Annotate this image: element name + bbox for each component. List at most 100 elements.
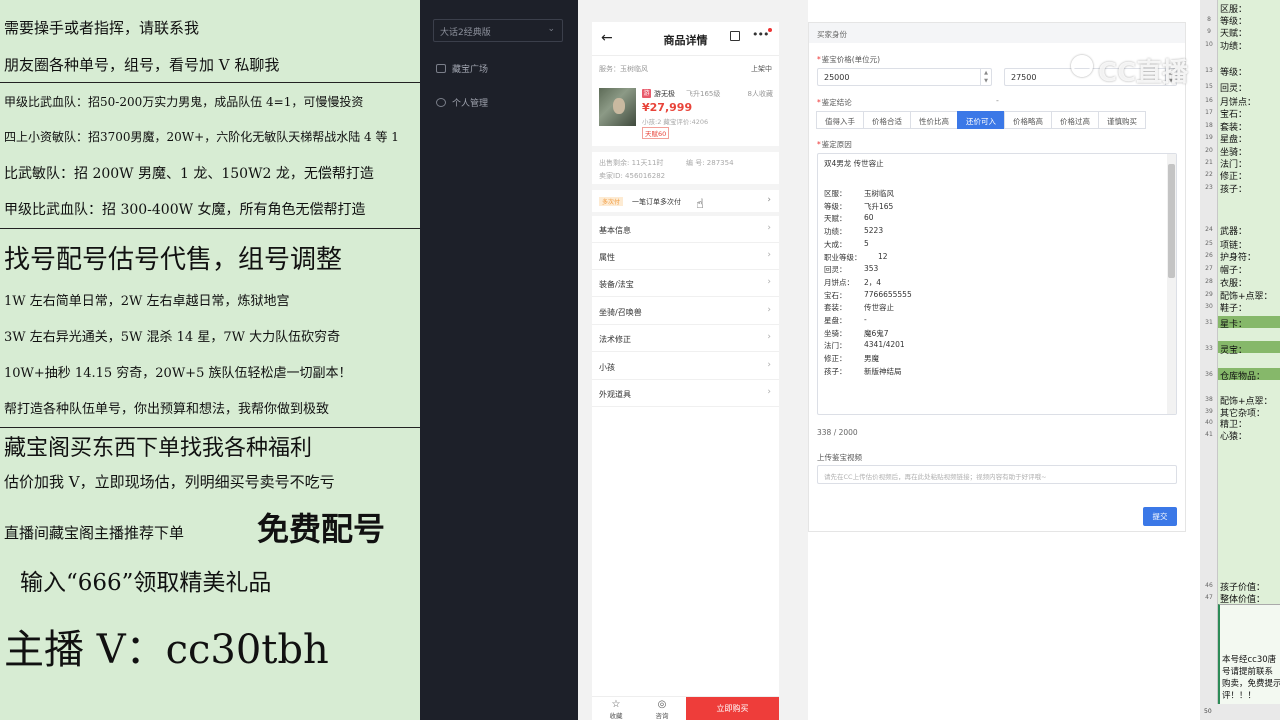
more-icon[interactable]: ••• [752, 28, 769, 41]
appraisal-form: 买家身份 *鉴宝价格(单位元) 25000 ▲ ▼ - 27500 ▲ ▼ *鉴定结… [808, 22, 1186, 532]
sidebar-item-label: 个人管理 [452, 99, 489, 109]
row-number: 25 [1205, 240, 1213, 247]
verdict-option-selected[interactable]: 还价可入 [957, 111, 1005, 129]
row-number: 15 [1205, 83, 1213, 90]
seller-id: 卖家ID: 456016282 [599, 172, 666, 180]
sheet-cell[interactable]: 心猿： [1220, 429, 1247, 442]
promo-line: 3W 左右异光通关，5W 混杀 14 星，7W 大力队伍砍穷奇 [4, 330, 341, 345]
row-number: 8 [1207, 16, 1211, 23]
reason-key: 宝石： [824, 290, 847, 300]
sidebar-item-treasure-square[interactable]: 藏宝广场 [436, 62, 488, 75]
row-number: 38 [1205, 396, 1213, 403]
sidebar-item-label: 藏宝广场 [452, 65, 489, 75]
sheet-cell[interactable]: 修正： [1220, 169, 1247, 182]
promo-text-panel: 需要操手或者指挥，请联系我 朋友圈各种单号，组号，看号加 V 私聊我 甲级比武血… [0, 0, 420, 720]
price-min-input[interactable]: 25000 ▲ ▼ [817, 68, 992, 86]
menu-spell-correction[interactable]: 法术修正 › [592, 325, 779, 352]
reason-label: *鉴定原因 [817, 139, 852, 150]
notes-cell[interactable]: 本号经cc30唐 号请提前联系 购卖，免费提示 评！！！ [1218, 604, 1280, 704]
price-label: *鉴宝价格(单位元) [817, 54, 880, 65]
note-line: 购卖，免费提示 [1222, 679, 1280, 689]
promo-line: 需要操手或者指挥，请联系我 [4, 19, 200, 37]
verdict-option[interactable]: 值得入手 [816, 111, 864, 129]
reason-key: 坐骑： [824, 328, 847, 338]
menu-children[interactable]: 小孩 › [592, 353, 779, 380]
sheet-cell[interactable]: 星盘： [1220, 132, 1247, 145]
sheet-cell[interactable]: 孩子： [1220, 182, 1247, 195]
reason-value: 4341/4201 [864, 340, 905, 350]
row-number: 20 [1205, 147, 1213, 154]
row-number: 40 [1205, 419, 1213, 426]
game-select[interactable]: 大话2经典版 ⌄ [433, 19, 563, 42]
reason-value: 新版神结局 [864, 366, 902, 376]
verdict-option[interactable]: 价格略高 [1004, 111, 1052, 129]
verdict-option[interactable]: 谨慎购买 [1098, 111, 1146, 129]
menu-label: 小孩 [599, 363, 615, 372]
menu-label: 基本信息 [599, 226, 631, 235]
reason-key: 套装： [824, 303, 847, 313]
chevron-right-icon: › [767, 360, 771, 370]
chevron-right-icon: › [767, 223, 771, 233]
share-icon[interactable] [730, 31, 740, 41]
item-level: 飞升165级 [686, 90, 721, 98]
menu-mounts[interactable]: 坐骑/召唤兽 › [592, 298, 779, 325]
promo-line: 10W+抽秒 14.15 穷奇，20W+5 族队伍轻松虐一切副本！ [4, 366, 352, 381]
row-numbers: 8 9 10 13 15 16 17 18 19 20 21 22 23 24 25 26 27 28 29 30 31… [1200, 0, 1218, 720]
sheet-cell[interactable]: 武器： [1220, 224, 1247, 237]
chevron-down-icon: ⌄ [547, 24, 555, 34]
verdict-option[interactable]: 价格合适 [863, 111, 911, 129]
sheet-cell[interactable]: 功绩： [1220, 39, 1247, 52]
sheet-cell[interactable]: 灵宝： [1220, 343, 1247, 356]
promo-line: 四上小资敏队：招3700男魔，20W+，六阶化无敏队天梯帮战水陆 4 等 1 [4, 130, 399, 144]
sheet-cell[interactable]: 帽子： [1220, 263, 1247, 276]
promo-line: 直播间藏宝阁主播推荐下单 [4, 524, 185, 542]
stream-watermark: CC直播 [1098, 58, 1189, 88]
spreadsheet: 8 9 10 13 15 16 17 18 19 20 21 22 23 24 25 26 27 28 29 30 31… [1200, 0, 1280, 720]
reason-key: 功绩： [824, 227, 847, 237]
installment-row[interactable]: 多次付 一笔订单多次付 › [592, 190, 779, 212]
menu-equipment[interactable]: 装备/法宝 › [592, 270, 779, 297]
row-number: 39 [1205, 408, 1213, 415]
video-link-input[interactable]: 请先在CC上传估价视频后，再在此处粘贴视频链接；视频内容有助于好评哦~ [817, 465, 1177, 484]
submit-button[interactable]: 提交 [1143, 507, 1177, 526]
verdict-option[interactable]: 性价比高 [910, 111, 958, 129]
reason-key: 星盘： [824, 316, 847, 325]
sheet-cell[interactable]: 仓库物品： [1220, 369, 1265, 382]
reason-label-text: 鉴定原因 [821, 140, 852, 149]
menu-attributes[interactable]: 属性 › [592, 243, 779, 270]
sheet-cell[interactable]: 护身符： [1220, 250, 1256, 263]
sheet-cell[interactable]: 衣服： [1220, 276, 1247, 289]
row-number: 22 [1205, 171, 1213, 178]
promo-line: 估价加我 V，立即现场估，列明细买号卖号不吃亏 [4, 473, 335, 491]
scrollbar-thumb[interactable] [1168, 164, 1175, 278]
scrollbar[interactable] [1167, 154, 1176, 414]
sheet-cell[interactable]: 天赋： [1220, 26, 1247, 39]
verdict-option[interactable]: 价格过高 [1051, 111, 1099, 129]
menu-appearance[interactable]: 外观道具 › [592, 380, 779, 407]
row-number: 23 [1205, 184, 1213, 191]
character-thumbnail[interactable] [599, 88, 636, 126]
sheet-cell[interactable]: 鞋子： [1220, 301, 1247, 314]
sheet-cell[interactable]: 等级： [1220, 65, 1247, 78]
reason-key: 大成： [824, 239, 847, 249]
sidebar-item-personal[interactable]: 个人管理 [436, 96, 488, 109]
chevron-right-icon: › [767, 332, 771, 342]
note-line: 本号经cc30唐 [1222, 655, 1277, 665]
sheet-cell[interactable]: 星卡： [1220, 317, 1247, 330]
sheet-cell[interactable]: 宝石： [1220, 107, 1247, 120]
menu-basic-info[interactable]: 基本信息 › [592, 216, 779, 243]
buy-now-button[interactable]: 立即购买 [686, 697, 779, 720]
sheet-cell[interactable]: 回灵： [1220, 81, 1247, 94]
row-number: 47 [1205, 594, 1213, 601]
reason-textarea[interactable]: 双4男龙 传世容止 区服： 玉树临风 等级： 飞升165 天赋： 60 功绩： 5223 大成：… [817, 153, 1177, 415]
reason-key: 法门： [824, 341, 847, 351]
reason-value: 12 [878, 251, 888, 261]
reason-key: 孩子： [824, 366, 847, 376]
promo-gift: 输入“666”领取精美礼品 [20, 570, 272, 596]
favorite-button[interactable]: ☆ 收藏 [596, 699, 636, 720]
promo-headline: 藏宝阁买东西下单找我各种福利 [4, 436, 313, 461]
required-mark: * [817, 55, 821, 64]
row-number: 16 [1205, 97, 1213, 104]
stepper-icon[interactable]: ▲ ▼ [980, 69, 991, 85]
consult-button[interactable]: ◎ 咨询 [642, 699, 682, 720]
